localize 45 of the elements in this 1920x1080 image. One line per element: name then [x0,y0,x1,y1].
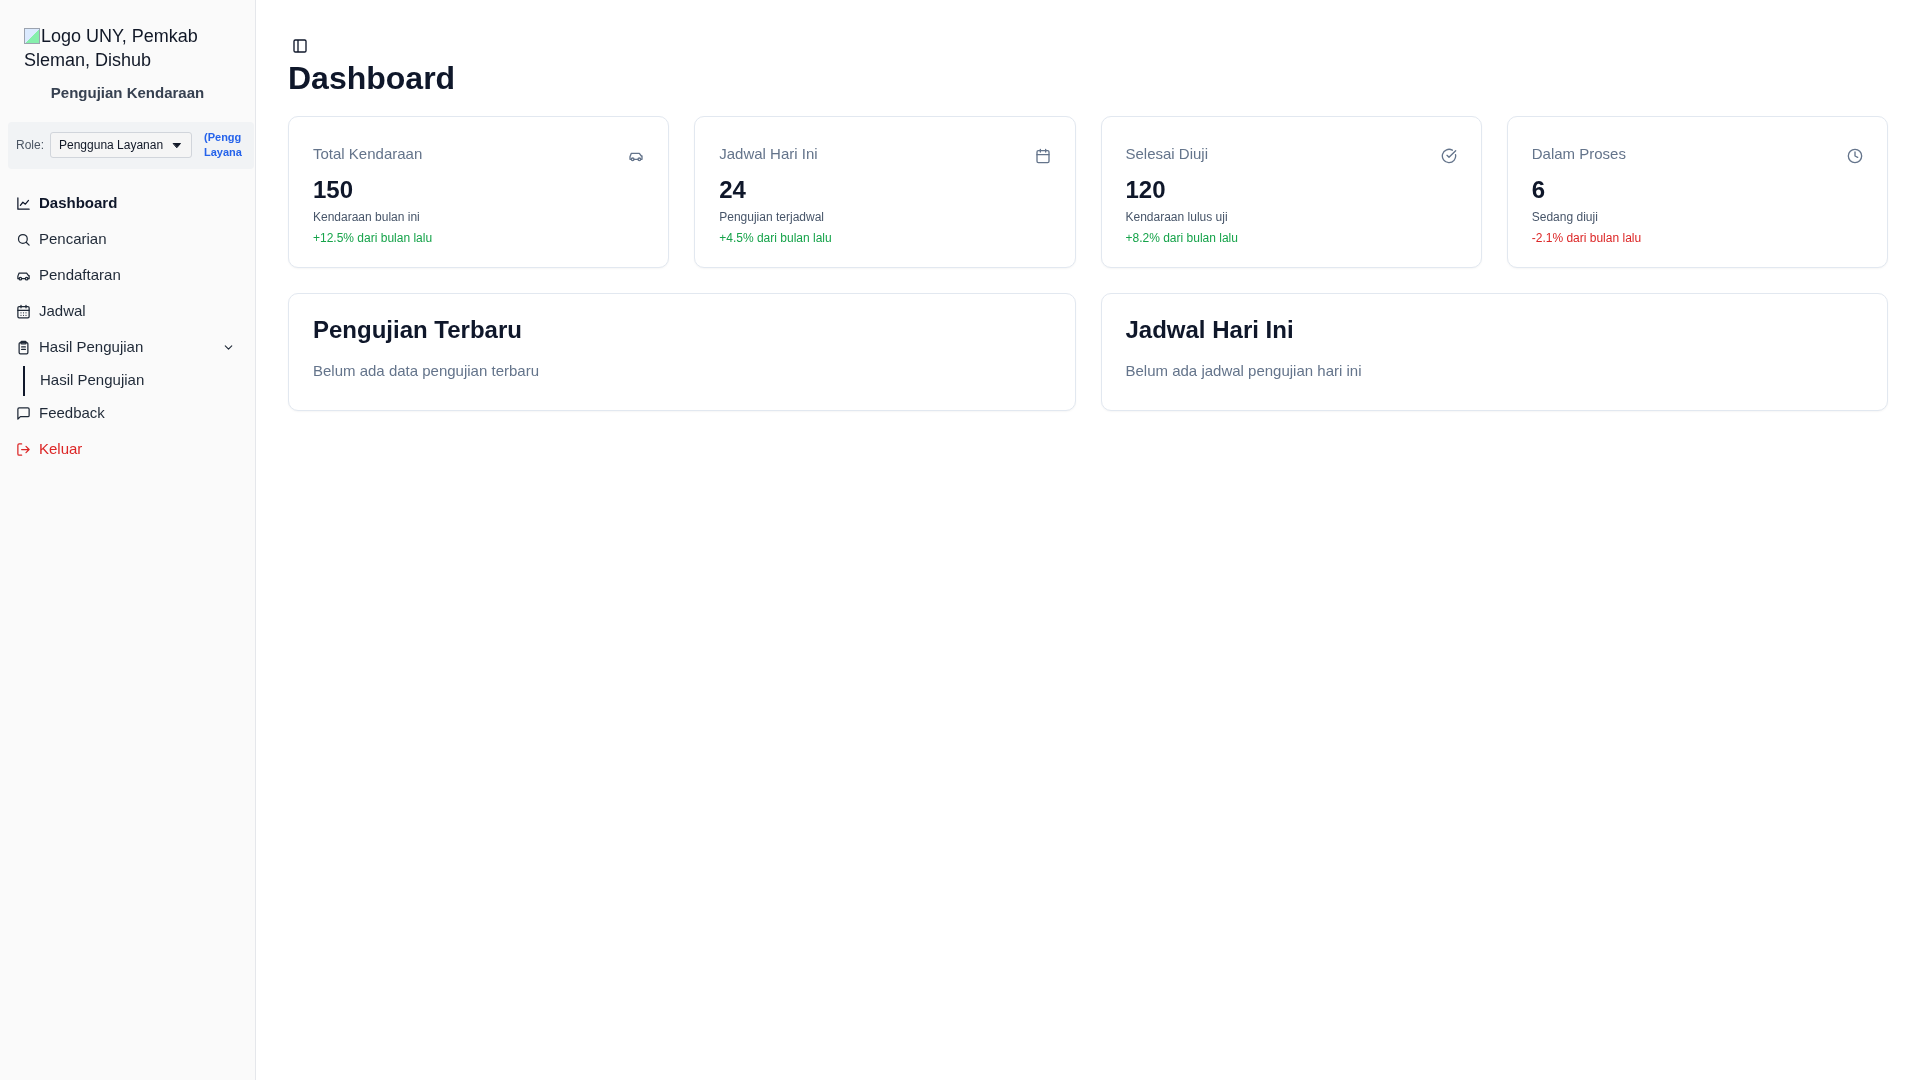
stat-caption: Kendaraan bulan ini [313,208,420,226]
app-name: Pengujian Kendaraan [50,83,205,103]
stat-title: Selesai Diuji [1125,144,1209,164]
stat-change: +8.2% dari bulan lalu [1125,229,1238,247]
calendar-icon [1034,148,1051,164]
stat-value: 6 [1531,174,1546,205]
stat-caption: Kendaraan lulus uji [1125,208,1228,226]
nav-item[interactable]: Feedback [16,395,239,432]
nav-item[interactable]: Keluar [16,431,239,468]
logout-icon [16,442,31,457]
sidebar-toggle-icon[interactable] [290,36,310,56]
stat-value: 120 [1125,174,1166,205]
stat-caption: Sedang diuji [1531,208,1598,226]
broken-image-icon [24,28,40,44]
nav-item[interactable]: Hasil Pengujian [16,329,239,366]
stat-caption: Pengujian terjadwal [719,208,824,226]
check-circle-icon [1440,148,1457,164]
role-select[interactable]: Pengguna Layanan [50,132,192,158]
panel-title: Pengujian Terbaru [313,315,522,345]
stat-title: Dalam Proses [1531,144,1626,164]
nav-item[interactable]: Jadwal [16,293,239,330]
role-note: (Pengg Layana [204,130,242,160]
calendar-icon [16,304,31,319]
sub-nav-item[interactable]: Hasil Pengujian [40,365,239,396]
stat-value: 24 [719,174,746,205]
message-icon [16,406,31,421]
empty-message: Belum ada data pengujian terbaru [313,361,539,381]
stat-title: Jadwal Hari Ini [719,144,818,164]
chart-line-icon [16,196,31,211]
nav-item[interactable]: Pendaftaran [16,257,239,294]
empty-message: Belum ada jadwal pengujian hari ini [1125,361,1362,381]
panel-title: Jadwal Hari Ini [1125,315,1294,345]
nav-item[interactable]: Pencarian [16,221,239,258]
role-label: Role: [16,137,44,154]
search-icon [16,232,31,247]
stat-value: 150 [313,174,354,205]
nav-item[interactable]: Dashboard [16,185,239,222]
stat-change: +4.5% dari bulan lalu [719,229,832,247]
stat-title: Total Kendaraan [313,144,423,164]
stat-change: -2.1% dari bulan lalu [1531,229,1642,247]
logo-alt-text: Logo UNY, Pemkab Sleman, Dishub [23,25,199,72]
clock-icon [1847,148,1863,164]
page-title: Dashboard [288,59,456,98]
clipboard-icon [16,340,31,355]
stat-change: +12.5% dari bulan lalu [313,229,433,247]
